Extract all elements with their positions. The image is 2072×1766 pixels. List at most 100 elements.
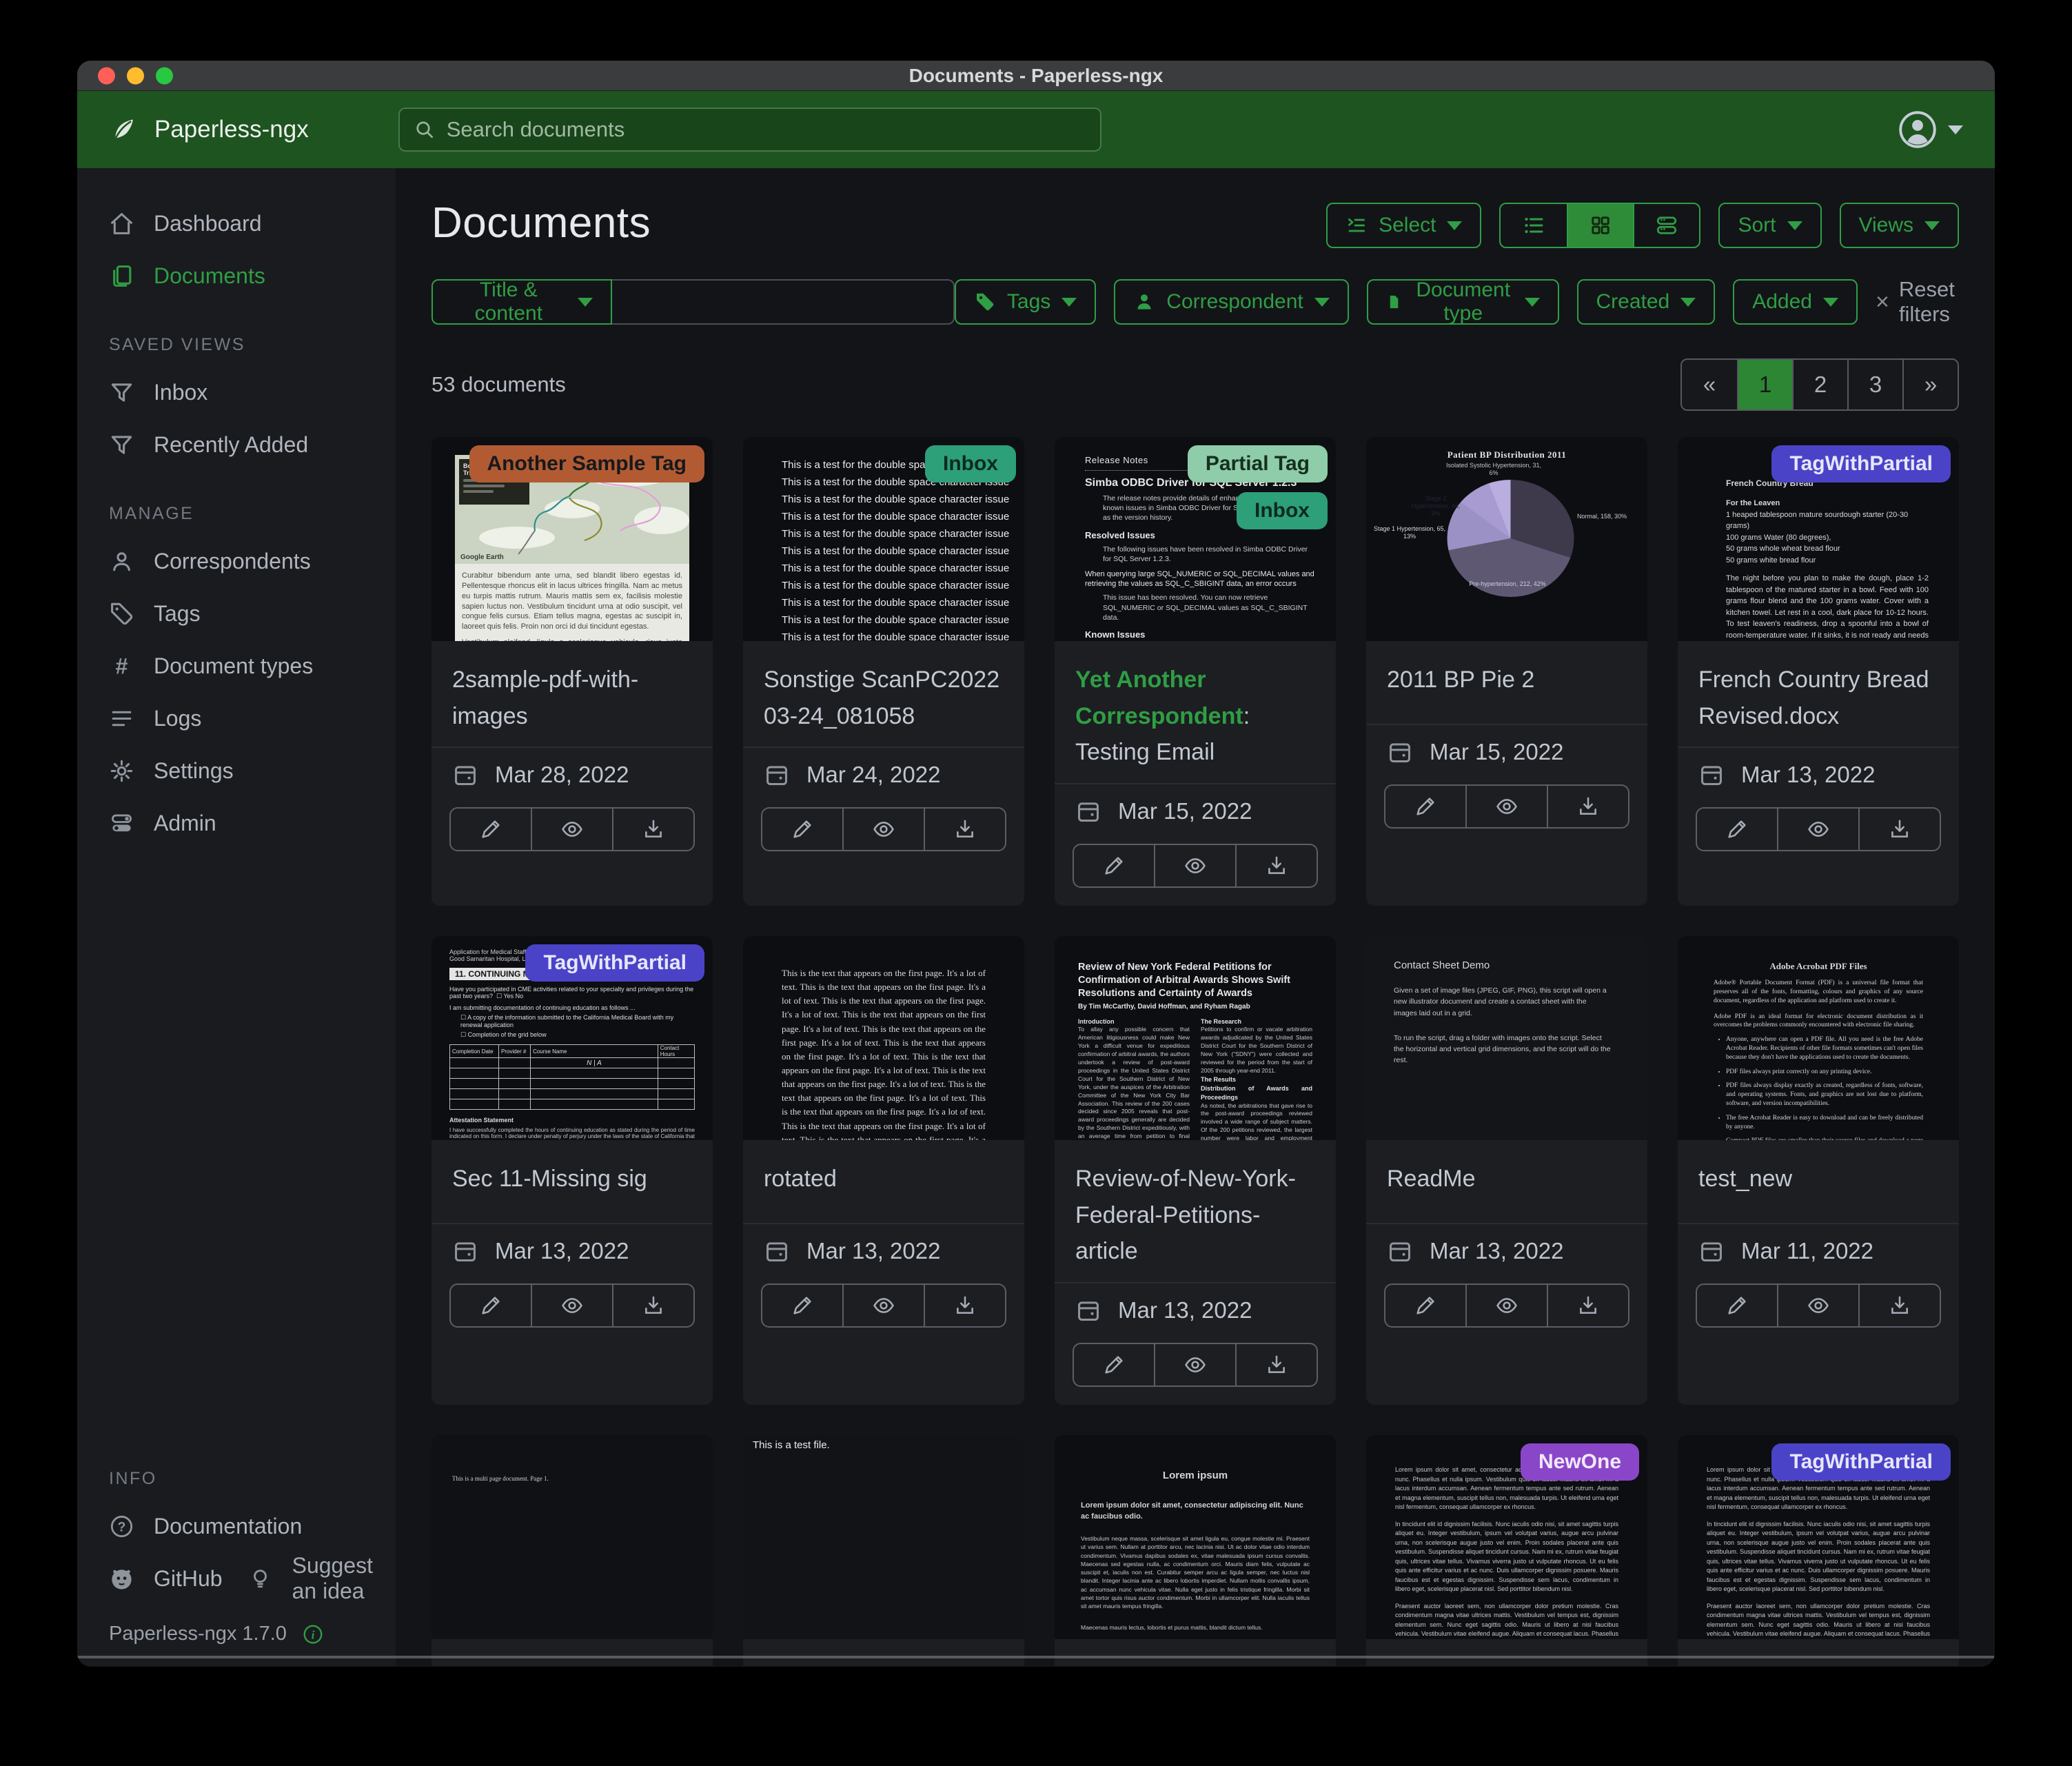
tag-badge[interactable]: Another Sample Tag [469, 445, 704, 483]
view-button[interactable] [1777, 809, 1858, 850]
minimize-window-button[interactable] [127, 67, 144, 84]
document-card[interactable]: Lorem ipsum dolor sit amet, consectetur … [1366, 1435, 1647, 1666]
document-title[interactable]: test_new [1678, 1140, 1959, 1223]
view-button[interactable] [1154, 845, 1235, 886]
sort-button[interactable]: Sort [1718, 203, 1821, 248]
document-card[interactable]: Application for Medical Staff Members Go… [431, 936, 713, 1405]
tag-badge[interactable]: TagWithPartial [525, 944, 704, 982]
sidebar-item-recently-added[interactable]: Recently Added [77, 418, 396, 471]
document-card[interactable]: This is a test file. simple txt file [743, 1435, 1024, 1666]
tags-filter-button[interactable]: Tags [955, 279, 1096, 325]
document-card[interactable]: This is a test for the double space char… [743, 437, 1024, 906]
close-window-button[interactable] [98, 67, 115, 84]
sidebar-item-document-types[interactable]: Document types [77, 640, 396, 692]
tag-badge[interactable]: TagWithPartial [1771, 445, 1951, 483]
edit-button[interactable] [1385, 786, 1465, 827]
download-button[interactable] [612, 809, 693, 850]
document-thumbnail[interactable]: Patient BP Distribution 2011 Normal, 158… [1366, 437, 1647, 641]
tag-badge[interactable]: TagWithPartial [1771, 1443, 1951, 1481]
document-card[interactable]: Contact Sheet Demo Given a set of image … [1366, 936, 1647, 1405]
filter-query-input[interactable] [612, 279, 955, 325]
document-card[interactable]: Boundary Waters Trip Google Earth Curabi… [431, 437, 713, 906]
sidebar-item-inbox[interactable]: Inbox [77, 366, 396, 418]
document-thumbnail[interactable]: This is a multi page document. Page 1. [431, 1435, 713, 1639]
document-type-filter-button[interactable]: Document type [1367, 279, 1559, 325]
document-title[interactable]: 2sample-pdf-with-images [431, 641, 713, 747]
edit-button[interactable] [1697, 809, 1777, 850]
document-thumbnail[interactable]: Lorem ipsum Lorem ipsum dolor sit amet, … [1055, 1435, 1336, 1639]
download-button[interactable] [1547, 1285, 1628, 1326]
document-title[interactable]: Review-of-New-York-Federal-Petitions-art… [1055, 1140, 1336, 1282]
download-button[interactable] [1235, 1344, 1317, 1386]
correspondent-filter-button[interactable]: Correspondent [1114, 279, 1348, 325]
document-card[interactable]: Review of New York Federal Petitions for… [1055, 936, 1336, 1405]
download-button[interactable] [1858, 1285, 1940, 1326]
user-menu[interactable] [1898, 110, 1963, 149]
view-button[interactable] [842, 809, 924, 850]
document-thumbnail[interactable]: Review of New York Federal Petitions for… [1055, 936, 1336, 1140]
info-icon[interactable] [302, 1623, 324, 1645]
sidebar-item-suggest-idea[interactable]: Suggest an idea [230, 1552, 396, 1605]
download-button[interactable] [1235, 845, 1317, 886]
pagination-page-3[interactable]: 3 [1847, 360, 1902, 409]
document-card[interactable]: Release Notes Simba ODBC Driver for SQL … [1055, 437, 1336, 906]
document-card[interactable]: Adobe Acrobat PDF Files Adobe® Portable … [1678, 936, 1959, 1405]
document-thumbnail[interactable]: This is a test file. [743, 1435, 1024, 1639]
document-title[interactable]: simple txt file [743, 1639, 1024, 1666]
view-button[interactable] [842, 1285, 924, 1326]
sidebar-item-admin[interactable]: Admin [77, 797, 396, 849]
document-title[interactable]: ReadMe [1366, 1140, 1647, 1223]
view-button[interactable] [531, 809, 612, 850]
added-filter-button[interactable]: Added [1733, 279, 1858, 325]
document-title[interactable]: Sonstige ScanPC2022 03-24_081058 [743, 641, 1024, 747]
document-thumbnail[interactable]: Boundary Waters Trip Google Earth Curabi… [431, 437, 713, 641]
view-button[interactable] [1465, 1285, 1547, 1326]
search-input[interactable]: Search documents [398, 108, 1101, 152]
document-thumbnail[interactable]: French Country Bread For the Leaven 1 he… [1678, 437, 1959, 641]
download-button[interactable] [924, 1285, 1005, 1326]
document-card[interactable]: French Country Bread For the Leaven 1 he… [1678, 437, 1959, 906]
document-thumbnail[interactable]: Lorem ipsum dolor sit amet, consectetur … [1366, 1435, 1647, 1639]
view-button[interactable] [1777, 1285, 1858, 1326]
document-card[interactable]: Lorem ipsum Lorem ipsum dolor sit amet, … [1055, 1435, 1336, 1666]
document-thumbnail[interactable]: Lorem ipsum dolor sit amet, consectetur … [1678, 1435, 1959, 1639]
edit-button[interactable] [1074, 1344, 1154, 1386]
sidebar-item-dashboard[interactable]: Dashboard [77, 197, 396, 250]
sidebar-item-documentation[interactable]: Documentation [77, 1500, 396, 1552]
edit-button[interactable] [451, 1285, 531, 1326]
reset-filters-button[interactable]: × Reset filters [1876, 277, 1959, 327]
tag-badge[interactable]: Partial Tag [1188, 445, 1328, 483]
document-title[interactable]: French Country Bread Revised.docx [1678, 641, 1959, 747]
edit-button[interactable] [762, 1285, 842, 1326]
sidebar-item-logs[interactable]: Logs [77, 692, 396, 744]
zoom-window-button[interactable] [156, 67, 173, 84]
views-button[interactable]: Views [1840, 203, 1959, 248]
created-filter-button[interactable]: Created [1577, 279, 1716, 325]
sidebar-item-github[interactable]: GitHub [77, 1552, 230, 1605]
app-logo[interactable]: Paperless-ngx [109, 114, 309, 145]
document-thumbnail[interactable]: Application for Medical Staff Members Go… [431, 936, 713, 1140]
sidebar-item-documents[interactable]: Documents [77, 250, 396, 302]
edit-button[interactable] [1697, 1285, 1777, 1326]
document-title[interactable]: multi-page-mixedxx [431, 1639, 713, 1666]
tag-badge[interactable]: Inbox [925, 445, 1016, 483]
document-title[interactable]: rotated [743, 1140, 1024, 1223]
grid-view-button[interactable] [1567, 204, 1633, 247]
detail-view-button[interactable] [1633, 204, 1699, 247]
edit-button[interactable] [1385, 1285, 1465, 1326]
document-title[interactable]: Sec 11-Missing sig [431, 1140, 713, 1223]
edit-button[interactable] [762, 809, 842, 850]
pagination-prev[interactable]: « [1682, 360, 1737, 409]
download-button[interactable] [1547, 786, 1628, 827]
correspondent-link[interactable]: Newest Correspondent [1387, 1665, 1555, 1666]
document-card[interactable]: Patient BP Distribution 2011 Normal, 158… [1366, 437, 1647, 906]
document-title[interactable]: sample-pdf-download-10-mb-longer-title [1678, 1639, 1959, 1666]
download-button[interactable] [1858, 809, 1940, 850]
edit-button[interactable] [451, 809, 531, 850]
sidebar-item-tags[interactable]: Tags [77, 587, 396, 640]
pagination-page-2[interactable]: 2 [1792, 360, 1847, 409]
download-button[interactable] [612, 1285, 693, 1326]
document-thumbnail[interactable]: This is a test for the double space char… [743, 437, 1024, 641]
pagination-page-1[interactable]: 1 [1737, 360, 1792, 409]
view-button[interactable] [1154, 1344, 1235, 1386]
